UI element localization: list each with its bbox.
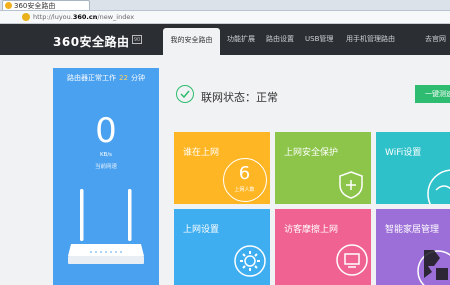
watermark-logo: [424, 250, 448, 280]
nav-router-settings[interactable]: 路由设置: [266, 24, 294, 55]
online-count: 6: [238, 163, 251, 184]
site-icon: [22, 13, 30, 21]
speed-test-button[interactable]: 一键测速: [415, 85, 450, 103]
address-bar[interactable]: http://luyou.360.cn/new_index: [0, 11, 450, 24]
tile-label: 访客摩擦上网: [284, 225, 339, 235]
shield-plus-icon: [339, 171, 363, 199]
nav-mobile-manage[interactable]: 用手机管理路由: [346, 24, 395, 55]
browser-tab-strip: 360安全路由: [0, 0, 450, 11]
tile-label: 智能家居管理: [385, 225, 440, 235]
tile-wifi-settings[interactable]: WiFi设置: [376, 132, 450, 204]
uptime-minutes: 22: [119, 74, 128, 82]
tile-label: 上网安全保护: [284, 148, 339, 158]
online-count-label: 上网人数: [234, 187, 255, 193]
tile-label: WiFi设置: [385, 148, 422, 158]
top-nav-bar: 360安全路由 90 我的安全路由 功能扩展 路由设置 USB管理 用手机管理路…: [0, 24, 450, 55]
nav-my-router[interactable]: 我的安全路由: [163, 28, 220, 55]
tile-guest-network[interactable]: 访客摩擦上网: [275, 209, 371, 285]
app-logo: 360安全路由: [53, 35, 130, 49]
tile-who-online[interactable]: 谁在上网 6 上网人数: [174, 132, 270, 204]
version-badge: 90: [132, 35, 142, 44]
tile-security[interactable]: 上网安全保护: [275, 132, 371, 204]
address-url[interactable]: http://luyou.360.cn/new_index: [33, 11, 134, 23]
wifi-icon: [427, 169, 450, 204]
router-status-panel: 路由器正常工作 22 分钟 0 KB/s 当前网速: [53, 68, 159, 285]
monitor-icon: [336, 244, 368, 276]
favicon-icon: [5, 2, 12, 9]
tile-internet-settings[interactable]: 上网设置: [174, 209, 270, 285]
browser-tab-title: 360安全路由: [14, 2, 56, 10]
speed-label: 当前网速: [94, 164, 117, 170]
online-count-ring: 6 上网人数: [223, 158, 267, 202]
tile-label: 上网设置: [183, 225, 220, 235]
uptime-text: 路由器正常工作 22 分钟: [67, 74, 145, 82]
speed-value: 0: [95, 111, 117, 151]
speed-unit: KB/s: [99, 152, 113, 158]
tile-label: 谁在上网: [183, 148, 220, 158]
router-icon: [68, 189, 144, 264]
nav-extensions[interactable]: 功能扩展: [227, 24, 255, 55]
connection-status-text: 联网状态：正常: [201, 91, 278, 104]
nav-official-site[interactable]: 去官网: [425, 24, 446, 55]
gear-icon: [234, 245, 266, 277]
nav-usb-management[interactable]: USB管理: [305, 24, 333, 55]
connection-ok-icon: [176, 85, 194, 103]
browser-tab[interactable]: 360安全路由: [2, 0, 90, 10]
